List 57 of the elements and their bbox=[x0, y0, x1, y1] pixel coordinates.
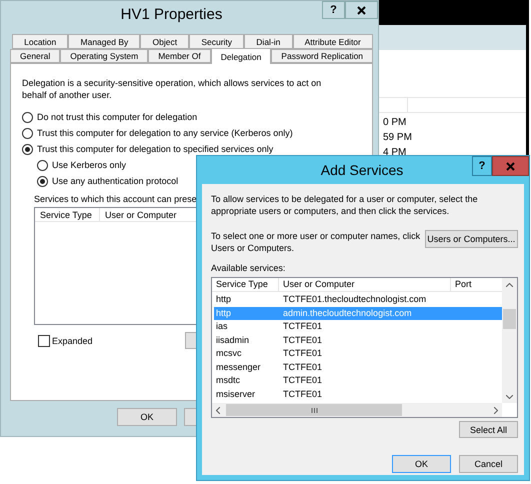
column-header[interactable]: Service Type bbox=[212, 278, 279, 291]
column-header[interactable]: User or Computer bbox=[279, 278, 451, 291]
users-or-computers-button[interactable]: Users or Computers... bbox=[424, 230, 518, 248]
cancel-button[interactable]: Cancel bbox=[459, 455, 518, 473]
time-text: 4 PM bbox=[383, 146, 408, 160]
tab[interactable]: Delegation bbox=[210, 49, 272, 64]
tab[interactable]: Operating System bbox=[60, 49, 148, 63]
tab[interactable]: Location bbox=[12, 34, 68, 49]
scroll-thumb[interactable] bbox=[503, 309, 516, 329]
option-label: Use Kerberos only bbox=[52, 159, 126, 171]
radio-button[interactable] bbox=[22, 112, 33, 122]
time-text: 59 PM bbox=[383, 131, 413, 145]
grip-icon bbox=[310, 408, 318, 412]
list-row[interactable]: ias TCTFE01 bbox=[214, 320, 502, 334]
radio-button[interactable] bbox=[37, 176, 48, 186]
help-button[interactable]: ? bbox=[322, 1, 345, 19]
option-label: Trust this computer for delegation to specified services only bbox=[37, 143, 274, 155]
radio-button[interactable] bbox=[22, 128, 33, 138]
tab[interactable]: Member Of bbox=[148, 49, 211, 63]
hint-text: To select one or more user or computer names, click Users or Computers. bbox=[211, 230, 422, 254]
tab[interactable]: Dial-in bbox=[244, 34, 293, 49]
tab[interactable]: Password Replication bbox=[271, 49, 374, 63]
ok-button[interactable]: OK bbox=[392, 455, 451, 473]
list-row[interactable]: messenger TCTFE01 bbox=[214, 360, 502, 374]
tab[interactable]: Object bbox=[140, 34, 190, 49]
help-button[interactable]: ? bbox=[472, 156, 492, 176]
list-row[interactable]: iisadmin TCTFE01 bbox=[214, 334, 502, 347]
column-header[interactable]: Service Type bbox=[35, 208, 100, 221]
tab[interactable]: Security bbox=[189, 34, 244, 49]
list-row[interactable]: http TCTFE01.thecloudtechnologist.com bbox=[214, 293, 502, 306]
scroll-thumb[interactable] bbox=[226, 404, 402, 416]
tab[interactable]: Managed By bbox=[68, 34, 140, 49]
option-label: Trust this computer for delegation to any service (Kerberos only) bbox=[37, 127, 293, 139]
list-row[interactable]: mcsvc TCTFE01 bbox=[214, 347, 502, 360]
window-title: HV1 Properties bbox=[120, 5, 224, 25]
description-text: Delegation is a security-sensitive operation, which allows services to act on behalf of another user. bbox=[22, 77, 322, 101]
tab[interactable]: General bbox=[10, 49, 60, 63]
close-icon bbox=[506, 162, 515, 170]
checkbox-label: Expanded bbox=[52, 334, 93, 346]
list-row[interactable]: msiserver TCTFE01 bbox=[214, 388, 502, 401]
tab[interactable]: Attribute Editor bbox=[292, 34, 373, 49]
close-icon bbox=[357, 6, 366, 14]
available-services-label: Available services: bbox=[211, 262, 286, 274]
close-button[interactable] bbox=[345, 1, 378, 19]
ok-button[interactable]: OK bbox=[117, 408, 177, 426]
radio-button[interactable] bbox=[22, 144, 33, 154]
option-label: Do not trust this computer for delegation bbox=[37, 111, 198, 123]
time-text: 0 PM bbox=[383, 116, 408, 130]
select-all-button[interactable]: Select All bbox=[459, 421, 518, 438]
list-row[interactable]: msdtc TCTFE01 bbox=[214, 374, 502, 388]
services-label: Services to which this account can prese bbox=[34, 193, 197, 205]
window-title: Add Services bbox=[320, 161, 404, 180]
horizontal-scrollbar[interactable] bbox=[212, 403, 502, 417]
radio-button[interactable] bbox=[37, 160, 48, 170]
option-label: Use any authentication protocol bbox=[52, 175, 178, 187]
checkbox[interactable] bbox=[38, 334, 50, 346]
vertical-scrollbar[interactable] bbox=[502, 278, 517, 403]
